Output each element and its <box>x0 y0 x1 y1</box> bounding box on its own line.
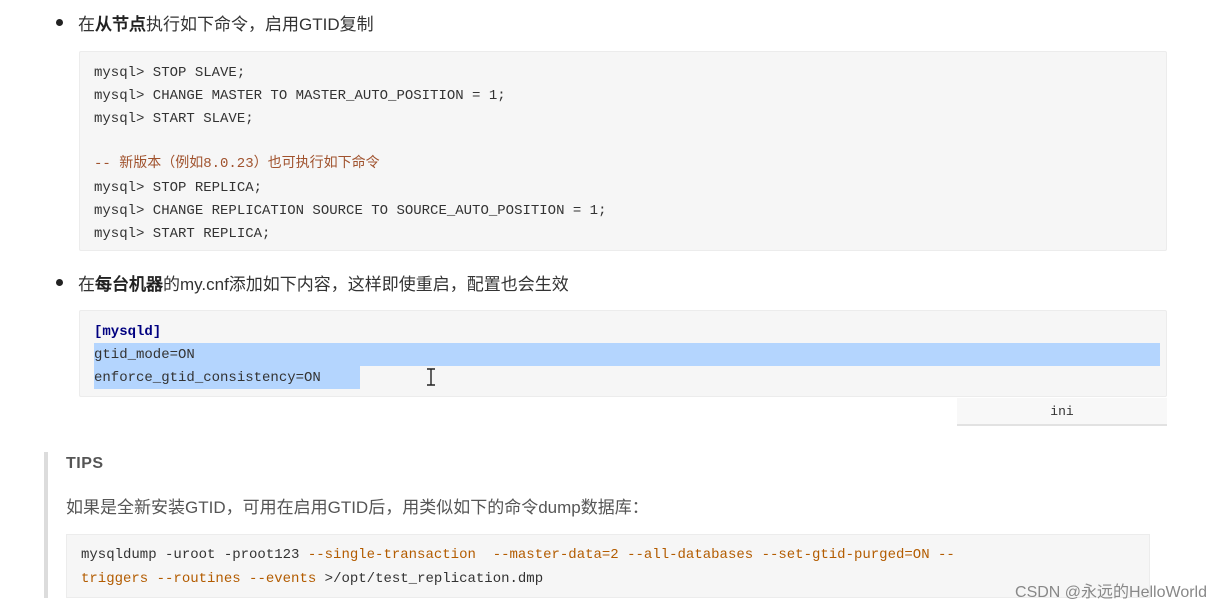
bullet-icon <box>56 19 63 26</box>
code-block-mysqldump[interactable]: mysqldump -uroot -proot123 --single-tran… <box>66 534 1150 598</box>
bullet-item-2: 在每台机器的my.cnf添加如下内容，这样即使重启，配置也会生效 <box>56 270 569 295</box>
ini-section-header: [mysqld] <box>94 324 162 340</box>
text-cursor-icon <box>427 368 435 386</box>
text-selection-highlight <box>94 343 1160 366</box>
code-comment: -- 新版本（例如8.0.23）也可执行如下命令 <box>94 156 380 172</box>
bullet-icon <box>56 279 63 286</box>
code-line: mysql> CHANGE MASTER TO MASTER_AUTO_POSI… <box>94 88 506 104</box>
bullet-text: 在从节点执行如下命令，启用GTID复制 <box>78 15 374 34</box>
bullet-text: 在每台机器的my.cnf添加如下内容，这样即使重启，配置也会生效 <box>78 275 569 294</box>
code-line-selected: gtid_mode=ON <box>94 347 195 363</box>
code-language-label: ini <box>957 398 1167 426</box>
code-line: mysqldump -uroot -proot123 --single-tran… <box>81 547 955 563</box>
watermark: CSDN @永远的HelloWorld <box>1015 584 1207 601</box>
code-line: mysql> STOP SLAVE; <box>94 65 246 81</box>
code-line: mysql> START REPLICA; <box>94 226 271 242</box>
code-line: mysql> STOP REPLICA; <box>94 180 263 196</box>
code-block-gtid-commands[interactable]: mysql> STOP SLAVE; mysql> CHANGE MASTER … <box>79 51 1167 251</box>
bullet-item-1: 在从节点执行如下命令，启用GTID复制 <box>56 10 374 35</box>
tips-text: 如果是全新安装GTID，可用在启用GTID后，用类似如下的命令dump数据库： <box>66 498 649 517</box>
tips-title: TIPS <box>66 455 104 472</box>
code-line: mysql> START SLAVE; <box>94 111 254 127</box>
code-line-selected: enforce_gtid_consistency=ON <box>94 370 321 386</box>
code-block-mycnf[interactable]: [mysqld] gtid_mode=ON enforce_gtid_consi… <box>79 310 1167 397</box>
tips-quote-bar <box>44 452 48 598</box>
code-line: triggers --routines --events >/opt/test_… <box>81 571 544 587</box>
code-line: mysql> CHANGE REPLICATION SOURCE TO SOUR… <box>94 203 607 219</box>
